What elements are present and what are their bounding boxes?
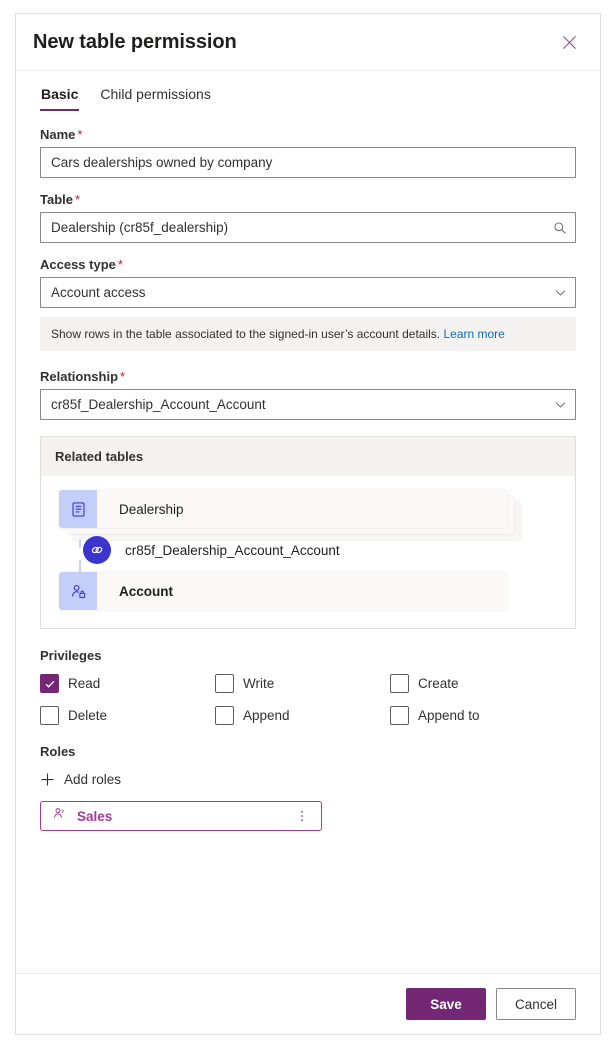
access-type-hint-text: Show rows in the table associated to the… <box>51 327 441 341</box>
entity-source-name: Dealership <box>119 501 184 517</box>
name-input[interactable]: Cars dealerships owned by company <box>40 147 576 178</box>
account-person-icon <box>59 572 97 611</box>
entity-card-target[interactable]: Account <box>59 572 507 611</box>
checkbox-delete[interactable] <box>40 706 59 726</box>
add-roles-button[interactable]: Add roles <box>40 772 121 787</box>
privileges-grid: Read Write Create Delete Append Append t… <box>40 674 576 726</box>
access-type-label-text: Access type <box>40 257 116 272</box>
new-table-permission-dialog: New table permission Basic Child permiss… <box>15 13 601 1035</box>
relationship-wrap: cr85f_Dealership_Account_Account <box>40 389 576 421</box>
access-type-wrap: Account access <box>40 277 576 308</box>
privilege-write-label: Write <box>243 676 275 692</box>
table-required-marker: * <box>75 192 81 207</box>
privilege-delete[interactable]: Delete <box>40 706 215 726</box>
cancel-button[interactable]: Cancel <box>495 988 576 1020</box>
dialog-footer: Save Cancel <box>16 973 600 1034</box>
tab-basic[interactable]: Basic <box>40 84 80 111</box>
access-type-select[interactable]: Account access <box>40 277 576 308</box>
table-input-wrap: Dealership (cr85f_dealership) <box>40 212 576 243</box>
relationship-node-name: cr85f_Dealership_Account_Account <box>125 542 340 558</box>
close-icon <box>562 35 577 50</box>
field-table: Table * Dealership (cr85f_dealership) <box>40 192 576 243</box>
more-vertical-icon[interactable] <box>292 806 312 826</box>
checkbox-append-to[interactable] <box>390 706 409 726</box>
dialog-body: Name * Cars dealerships owned by company … <box>16 111 600 973</box>
related-tables-diagram: Dealership cr85f_Dealership_Account_Acco… <box>41 476 575 628</box>
name-label: Name * <box>40 127 576 142</box>
relationship-node-row: cr85f_Dealership_Account_Account <box>59 528 557 572</box>
privilege-read-label: Read <box>68 676 101 692</box>
privilege-create[interactable]: Create <box>390 674 565 694</box>
privilege-append[interactable]: Append <box>215 706 390 726</box>
access-type-required-marker: * <box>117 257 123 272</box>
privilege-append-label: Append <box>243 708 290 724</box>
plus-icon <box>40 772 55 787</box>
relationship-required-marker: * <box>120 369 126 385</box>
privilege-append-to-label: Append to <box>418 708 480 724</box>
close-button[interactable] <box>554 27 584 57</box>
relationship-select[interactable]: cr85f_Dealership_Account_Account <box>40 389 576 421</box>
dialog-header: New table permission <box>16 14 600 71</box>
role-person-icon <box>52 806 67 826</box>
entity-target-name: Account <box>119 583 173 599</box>
related-tables-panel: Related tables Dealership cr85f_Dealersh… <box>40 436 576 630</box>
role-chip-sales[interactable]: Sales <box>40 801 322 832</box>
privilege-read[interactable]: Read <box>40 674 215 694</box>
table-rows-icon <box>59 490 97 529</box>
name-label-text: Name <box>40 127 76 142</box>
field-access-type: Access type * Account access Show rows in… <box>40 257 576 352</box>
checkbox-read[interactable] <box>40 674 59 694</box>
add-roles-label: Add roles <box>64 772 122 788</box>
access-type-hint: Show rows in the table associated to the… <box>40 317 576 352</box>
privileges-label: Privileges <box>40 648 102 664</box>
field-name: Name * Cars dealerships owned by company <box>40 127 576 178</box>
checkbox-append[interactable] <box>215 706 234 726</box>
access-type-label: Access type * <box>40 257 576 272</box>
tab-bar: Basic Child permissions <box>16 71 600 111</box>
link-chain-icon <box>83 536 111 565</box>
roles-label: Roles <box>40 744 76 760</box>
relationship-label-text: Relationship <box>40 369 119 385</box>
checkbox-write[interactable] <box>215 674 234 694</box>
tab-child-permissions[interactable]: Child permissions <box>99 84 211 111</box>
source-entity-row: Dealership <box>59 490 557 541</box>
privilege-append-to[interactable]: Append to <box>390 706 565 726</box>
privilege-delete-label: Delete <box>68 708 108 724</box>
page-title: New table permission <box>33 30 237 53</box>
name-required-marker: * <box>77 127 83 142</box>
privilege-write[interactable]: Write <box>215 674 390 694</box>
checkbox-create[interactable] <box>390 674 409 694</box>
related-tables-title: Related tables <box>41 437 575 477</box>
relationship-label: Relationship * <box>40 369 576 384</box>
table-input[interactable]: Dealership (cr85f_dealership) <box>40 212 576 243</box>
entity-card-face: Account <box>59 572 507 611</box>
role-chip-name: Sales <box>77 808 113 824</box>
learn-more-link[interactable]: Learn more <box>443 327 504 341</box>
table-label: Table * <box>40 192 576 207</box>
save-button[interactable]: Save <box>405 988 486 1020</box>
entity-card-face: Dealership <box>59 490 507 529</box>
entity-card-source[interactable]: Dealership <box>59 490 521 541</box>
target-entity-row: Account <box>59 572 557 611</box>
table-label-text: Table <box>40 192 73 207</box>
privilege-create-label: Create <box>418 676 459 692</box>
field-relationship: Relationship * cr85f_Dealership_Account_A… <box>40 369 576 421</box>
